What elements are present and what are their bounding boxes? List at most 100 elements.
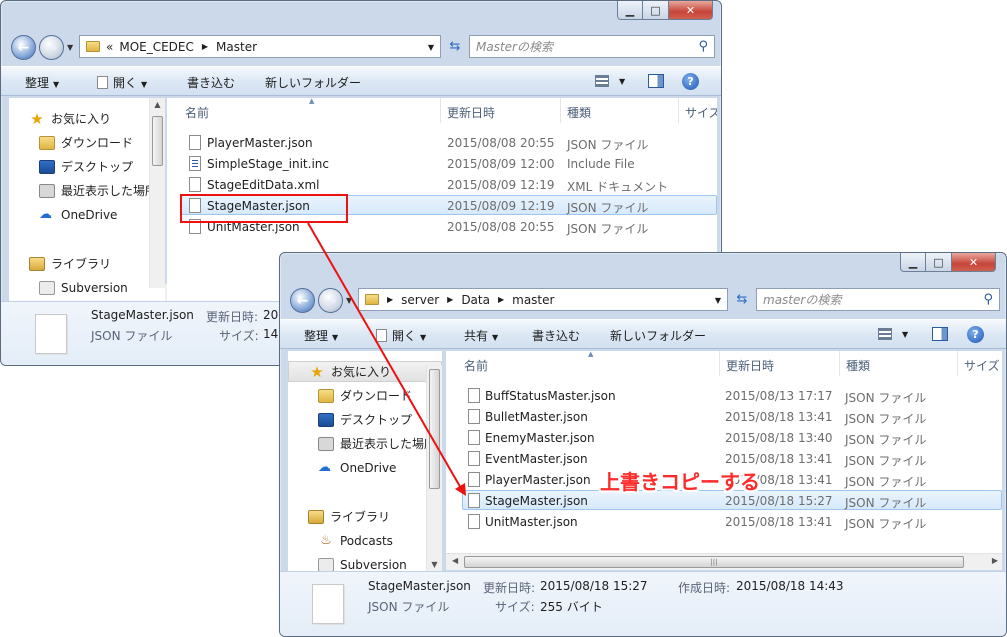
nav-item-downloads[interactable]: ダウンロード (9, 132, 165, 153)
nav-item-recent[interactable]: 最近表示した場所 (9, 180, 165, 201)
forward-button[interactable]: → (39, 35, 64, 60)
minimize-button[interactable]: ▁ (617, 1, 643, 20)
breadcrumb-item[interactable]: master (506, 293, 560, 307)
file-row[interactable]: SimpleStage_init.inc 2015/08/09 12:00 In… (167, 154, 717, 174)
nav-item-desktop[interactable]: デスクトップ (288, 409, 442, 430)
minimize-button[interactable]: ▁ (900, 253, 926, 272)
chevron-down-icon[interactable]: ▼ (428, 43, 434, 52)
chevron-right-icon[interactable]: ▶ (496, 295, 506, 304)
recent-pages-dropdown-icon[interactable]: ▼ (67, 43, 73, 52)
nav-item-onedrive[interactable]: ☁ OneDrive (9, 204, 165, 225)
address-bar[interactable]: ▶ server ▶ Data ▶ master ▼ (358, 288, 728, 311)
nav-item-desktop[interactable]: デスクトップ (9, 156, 165, 177)
column-header-type[interactable]: 種類 (840, 351, 958, 376)
view-dropdown-icon[interactable]: ▼ (902, 330, 908, 339)
change-view-icon[interactable] (878, 328, 892, 340)
file-row[interactable]: EnemyMaster.json 2015/08/18 13:40 JSON フ… (446, 428, 1002, 448)
view-dropdown-icon[interactable]: ▼ (619, 77, 625, 86)
highlight-box (180, 194, 348, 223)
nav-item-onedrive[interactable]: ☁ OneDrive (288, 457, 442, 478)
podcast-icon: ♨ (320, 532, 332, 548)
preview-pane-icon[interactable] (648, 74, 664, 88)
scroll-up-icon[interactable]: ▲ (150, 100, 165, 109)
column-header-date[interactable]: 更新日時 (720, 351, 840, 376)
nav-scrollbar[interactable]: ▼ (426, 365, 442, 571)
open-menu[interactable]: 開く ▼ (376, 327, 426, 344)
column-header-name[interactable]: 名前 ▲ (458, 351, 720, 376)
open-menu[interactable]: 開く ▼ (97, 74, 147, 91)
file-icon (468, 430, 480, 445)
nav-item-libraries[interactable]: ライブラリ (288, 506, 442, 527)
scroll-right-icon[interactable]: ▶ (992, 556, 998, 565)
burn-button[interactable]: 書き込む (187, 74, 235, 91)
chevron-right-icon[interactable]: ▶ (200, 42, 210, 51)
nav-item-recent[interactable]: 最近表示した場所 (288, 433, 442, 454)
file-row[interactable]: BulletMaster.json 2015/08/18 13:41 JSON … (446, 407, 1002, 427)
refresh-button[interactable]: ⇆ (730, 288, 754, 311)
maximize-button[interactable]: □ (643, 1, 669, 20)
refresh-button[interactable]: ⇆ (443, 35, 467, 58)
nav-item-podcasts[interactable]: ♨ Podcasts (288, 530, 442, 551)
column-header-name[interactable]: 名前 ▲ (179, 98, 441, 123)
organize-menu[interactable]: 整理 ▼ (25, 74, 59, 91)
breadcrumb-overflow[interactable]: « (106, 40, 113, 54)
share-menu[interactable]: 共有 ▼ (464, 327, 498, 344)
nav-scrollbar[interactable]: ▲ (149, 98, 165, 288)
breadcrumb-item[interactable]: Data (455, 293, 496, 307)
chevron-right-icon[interactable]: ▶ (445, 295, 455, 304)
subversion-icon (318, 557, 334, 571)
search-input[interactable]: Masterの検索 ⚲ (469, 35, 715, 58)
address-bar[interactable]: « MOE_CEDEC ▶ Master ▼ (79, 35, 441, 58)
burn-button[interactable]: 書き込む (532, 327, 580, 344)
file-row[interactable]: BuffStatusMaster.json 2015/08/13 17:17 J… (446, 386, 1002, 406)
close-button[interactable]: ✕ (952, 253, 996, 272)
preview-pane-icon[interactable] (932, 327, 948, 341)
recent-places-icon (39, 183, 55, 198)
search-icon[interactable]: ⚲ (698, 39, 708, 54)
breadcrumb-item[interactable]: MOE_CEDEC (113, 40, 200, 54)
recent-places-icon (318, 436, 334, 451)
new-folder-button[interactable]: 新しいフォルダー (265, 74, 361, 91)
back-button[interactable]: ← (11, 35, 36, 60)
chevron-right-icon[interactable]: ▶ (385, 295, 395, 304)
new-folder-button[interactable]: 新しいフォルダー (610, 327, 706, 344)
scrollbar-thumb[interactable] (152, 116, 163, 166)
breadcrumb-item[interactable]: server (395, 293, 445, 307)
nav-item-favorites[interactable]: ★ お気に入り (288, 361, 442, 382)
chevron-down-icon[interactable]: ▼ (715, 296, 721, 305)
file-row[interactable]: StageEditData.xml 2015/08/09 12:19 XML ド… (167, 175, 717, 195)
details-modified-value: 20 (263, 308, 279, 322)
nav-item-libraries[interactable]: ライブラリ (9, 253, 165, 274)
column-header-size[interactable]: サイズ (679, 98, 717, 123)
file-list-hscrollbar[interactable]: ◀ ||| ▶ (446, 553, 1002, 570)
search-input[interactable]: masterの検索 ⚲ (756, 288, 1000, 311)
organize-menu[interactable]: 整理 ▼ (304, 327, 338, 344)
scroll-down-icon[interactable]: ▼ (427, 560, 442, 569)
file-row[interactable]: PlayerMaster.json 2015/08/08 20:55 JSON … (167, 133, 717, 153)
search-icon[interactable]: ⚲ (983, 292, 993, 307)
file-row[interactable]: UnitMaster.json 2015/08/18 13:41 JSON ファ… (446, 512, 1002, 532)
details-size-value: 14 (263, 327, 279, 341)
downloads-folder-icon (318, 388, 334, 403)
nav-item-favorites[interactable]: ★ お気に入り (9, 108, 165, 129)
close-button[interactable]: ✕ (669, 1, 713, 20)
column-header-type[interactable]: 種類 (561, 98, 679, 123)
scrollbar-thumb[interactable]: ||| (464, 556, 964, 568)
change-view-icon[interactable] (595, 75, 609, 87)
recent-pages-dropdown-icon[interactable]: ▼ (346, 296, 352, 305)
help-icon[interactable]: ? (682, 73, 699, 90)
forward-button[interactable]: → (318, 288, 343, 313)
scroll-left-icon[interactable]: ◀ (452, 556, 458, 565)
command-bar: 整理 ▼ 開く ▼ 共有 ▼ 書き込む 新しいフォルダー ▼ ? (280, 319, 1006, 349)
back-button[interactable]: ← (290, 288, 315, 313)
nav-item-subversion[interactable]: Subversion (9, 277, 165, 298)
scrollbar-thumb[interactable] (429, 369, 440, 489)
breadcrumb-item[interactable]: Master (210, 40, 263, 54)
file-preview-icon (35, 314, 67, 354)
nav-item-downloads[interactable]: ダウンロード (288, 385, 442, 406)
maximize-button[interactable]: □ (926, 253, 952, 272)
column-header-date[interactable]: 更新日時 (441, 98, 561, 123)
column-header-size[interactable]: サイズ (958, 351, 1002, 376)
help-icon[interactable]: ? (967, 326, 984, 343)
nav-item-subversion[interactable]: Subversion (288, 554, 442, 571)
